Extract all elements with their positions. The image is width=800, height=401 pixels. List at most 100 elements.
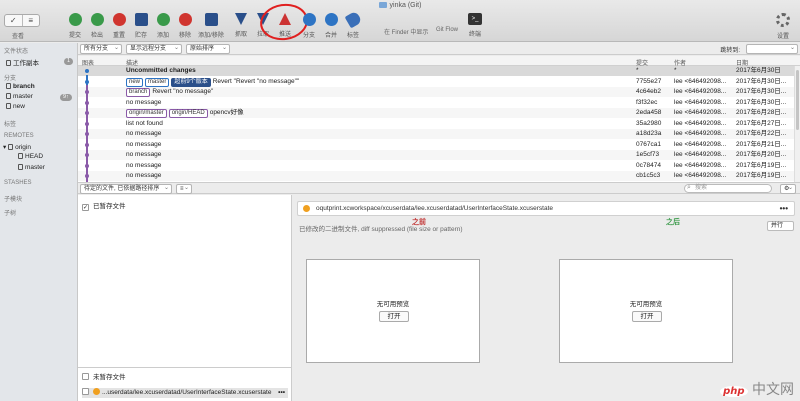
unstaged-files-header[interactable]: 未暂存文件: [82, 371, 126, 381]
branch-tag[interactable]: master: [145, 77, 170, 87]
commit-hash: 35a2980: [636, 119, 662, 127]
file-sort-dropdown[interactable]: 待定的文件, 已依据路径排序: [80, 184, 172, 194]
table-row[interactable]: no message 0c78474 lee <646492098... 2017年6…: [78, 161, 794, 171]
options-gear-button[interactable]: ⚙: [780, 184, 796, 194]
modified-icon: [303, 205, 310, 212]
tag-button[interactable]: 标签: [340, 10, 366, 39]
jump-input[interactable]: [746, 44, 798, 54]
remote-icon: [8, 144, 14, 150]
diff-mode-dropdown[interactable]: 并行: [766, 221, 794, 231]
list-view-button[interactable]: ≡: [176, 184, 192, 194]
remote-dropdown[interactable]: 显示远程分支: [126, 44, 182, 54]
table-row[interactable]: list not found 35a2980 lee <646492098... 20…: [78, 119, 794, 129]
table-row[interactable]: no message cb1c5c3 lee <646492098... 2017年6…: [78, 171, 794, 181]
branch-tag[interactable]: branch: [126, 88, 151, 97]
commit-message: Uncommitted changes: [126, 67, 196, 74]
commit-hash: a18d23a: [636, 130, 662, 137]
merge-icon: [324, 13, 338, 26]
table-row[interactable]: branch Revert "no message" 4c64eb2 lee <646…: [78, 87, 794, 97]
branch-tag[interactable]: 超前9个版本: [171, 77, 211, 87]
table-row[interactable]: Uncommitted changes * * 2017年6月30日: [78, 66, 794, 76]
more-icon[interactable]: •••: [780, 202, 788, 215]
unstaged-checkbox[interactable]: [82, 373, 89, 380]
branch-tag[interactable]: origin/HEAD: [168, 109, 208, 118]
check-icon[interactable]: ✓: [5, 15, 22, 26]
commit-author: lee <646492098...: [674, 140, 727, 148]
order-dropdown[interactable]: 原始排序: [186, 44, 230, 54]
table-row[interactable]: no message a18d23a lee <646492098... 2017年6…: [78, 129, 794, 139]
staged-files-header[interactable]: ✓ 已暂存文件: [82, 200, 126, 211]
no-preview-text: 无可用预览: [376, 301, 410, 308]
commit-hash: 0c78474: [636, 161, 661, 169]
sidebar-item-origin-master[interactable]: master: [18, 164, 45, 171]
commit-description: branch Revert "no message": [126, 87, 213, 97]
open-before-button[interactable]: 打开: [379, 311, 409, 322]
search-input[interactable]: 搜索: [684, 184, 772, 193]
diff-message: 已修改的二进制文件, diff suppressed (file size or…: [299, 226, 463, 233]
subtrees-heading: 子树: [4, 211, 17, 217]
table-row[interactable]: no message 1e5cf73 lee <646492098... 2017年6…: [78, 150, 794, 160]
branch-tag[interactable]: origin/master: [126, 109, 167, 118]
commit-description: no message: [126, 129, 161, 139]
commit-message: list not found: [126, 119, 163, 127]
sidebar-item-origin[interactable]: ▾ origin: [3, 143, 31, 151]
commit-message: no message: [126, 151, 162, 158]
commit-date: 2017年6月30日...: [736, 77, 787, 85]
file-status-heading: 文件状态: [4, 49, 29, 55]
table-scrollbar[interactable]: [794, 66, 800, 182]
jump-label: 跳转到:: [720, 48, 740, 54]
open-after-button[interactable]: 打开: [632, 311, 662, 322]
commit-author: *: [674, 67, 677, 74]
branch-tag[interactable]: new: [126, 77, 144, 87]
commit-description: no message: [126, 98, 161, 108]
commit-date: 2017年6月19日...: [736, 161, 787, 169]
add-remove-button[interactable]: 添加/移除: [198, 13, 224, 39]
commit-date: 2017年6月28日...: [736, 109, 787, 116]
add-icon: [156, 13, 170, 26]
commit-description: no message: [126, 140, 161, 150]
table-row[interactable]: new master 超前9个版本 Revert "Revert "no messag…: [78, 77, 794, 87]
disclosure-triangle-icon[interactable]: ▾: [3, 144, 6, 151]
unstaged-file-row[interactable]: ...userdata/lee.xcuserdatad/UserInterfac…: [82, 388, 288, 398]
commit-author: lee <646492098...: [674, 161, 727, 169]
staged-files-panel: ✓ 已暂存文件: [78, 195, 292, 367]
fetch-icon: [235, 13, 247, 25]
unstaged-files-panel: 未暂存文件 ...userdata/lee.xcuserdatad/UserIn…: [78, 367, 292, 401]
view-switch[interactable]: ✓ ≡: [4, 14, 40, 27]
sidebar-item-new[interactable]: new: [6, 103, 25, 110]
after-preview-panel: 无可用预览 打开: [559, 259, 733, 363]
commit-date: 2017年6月30日...: [736, 88, 787, 95]
commit-hash: 1e5cf73: [636, 151, 660, 158]
staged-checkbox[interactable]: ✓: [82, 204, 89, 211]
more-icon[interactable]: •••: [278, 388, 285, 398]
git-flow-button[interactable]: Git Flow: [436, 27, 458, 33]
table-row[interactable]: origin/master origin/HEAD opencv好像 2eda458 l…: [78, 108, 794, 118]
settings-button[interactable]: 设置: [770, 13, 796, 40]
commit-date: 2017年6月19日...: [736, 172, 787, 179]
master-ahead-badge: 9↑: [60, 94, 72, 101]
branches-dropdown[interactable]: 所有分支: [80, 44, 122, 54]
sidebar-item-master[interactable]: master: [6, 93, 33, 100]
show-in-finder-button[interactable]: 在 Finder 中显示: [384, 27, 428, 36]
table-row[interactable]: no message 0767ca1 lee <646492098... 2017年6…: [78, 140, 794, 150]
table-row[interactable]: no message f3f32ec lee <646492098... 2017年6…: [78, 98, 794, 108]
commit-message: no message: [126, 98, 162, 106]
view-label: 查看: [12, 34, 25, 40]
commit-message: opencv好像: [209, 109, 244, 116]
commit-author: lee <646492098...: [674, 119, 727, 127]
remove-button[interactable]: 移除: [172, 13, 198, 39]
commit-hash: 2eda458: [636, 109, 662, 116]
file-checkbox[interactable]: [82, 388, 89, 395]
sidebar-item-branch[interactable]: branch: [6, 83, 35, 90]
terminal-icon: >_: [468, 13, 482, 25]
commit-author: lee <646492098...: [674, 130, 727, 137]
terminal-button[interactable]: >_ 终端: [462, 13, 488, 38]
list-icon[interactable]: ≡: [21, 15, 40, 26]
tags-heading: 标签: [4, 122, 17, 128]
sidebar-item-origin-head[interactable]: HEAD: [18, 153, 43, 160]
commit-author: lee <646492098...: [674, 77, 727, 85]
filter-bar: 所有分支 显示远程分支 原始排序 跳转到:: [78, 43, 800, 55]
file-filter-bar: 待定的文件, 已依据路径排序 ≡ 搜索 ⚙: [78, 182, 800, 194]
sidebar-item-working-copy[interactable]: 工作副本: [6, 57, 39, 67]
commit-message: no message: [126, 140, 162, 148]
